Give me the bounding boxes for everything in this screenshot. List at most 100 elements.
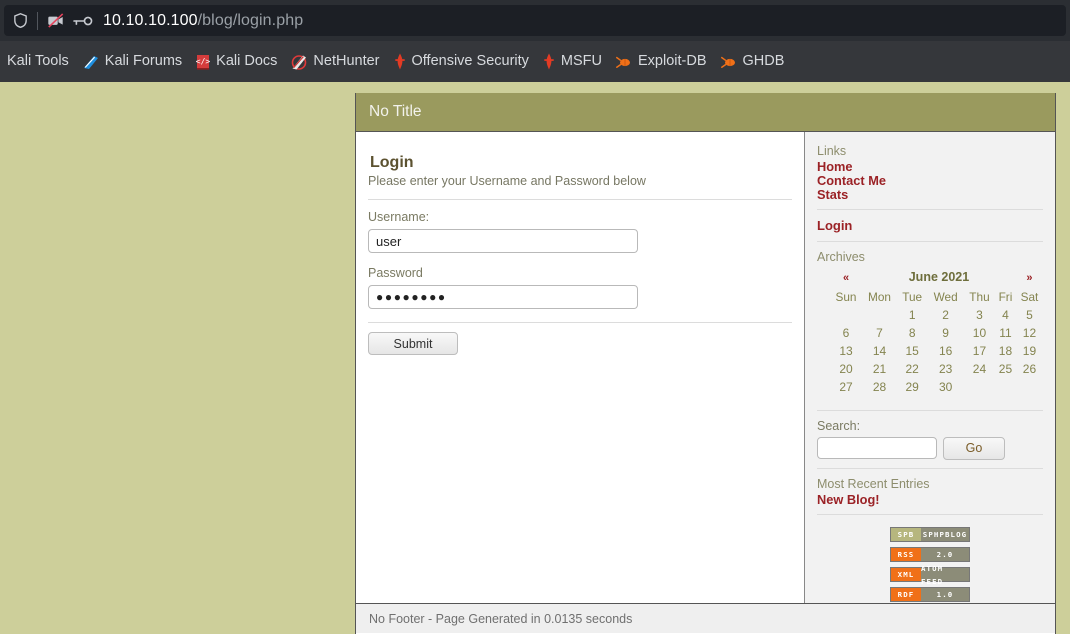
site-header: No Title [356,93,1055,132]
calendar-day [1016,378,1043,396]
bookmark-offensive-security[interactable]: Offensive Security [387,49,536,75]
calendar-prev-button[interactable]: « [830,268,862,288]
calendar-day: 22 [897,360,927,378]
calendar-day: 9 [927,324,964,342]
sidebar-link-contact-me[interactable]: Contact Me [817,174,1043,187]
bookmark-kali-docs[interactable]: </> Kali Docs [189,49,284,75]
calendar-day: 29 [897,378,927,396]
submit-button[interactable]: Submit [368,332,458,355]
search-input[interactable] [817,437,937,459]
divider [368,322,792,323]
badge-left-label: RSS [891,548,921,561]
calendar-day: 1 [897,306,927,324]
url-bar-row: 10.10.10.100/blog/login.php [0,0,1070,41]
bookmark-label: MSFU [561,54,602,69]
key-icon[interactable] [73,14,93,28]
calendar-day [862,306,897,324]
divider [817,209,1043,210]
kali-dragon-icon [83,54,99,70]
badge-right-label: 1.0 [921,588,969,601]
browser-chrome: 10.10.10.100/blog/login.php Kali Tools K… [0,0,1070,82]
calendar-day: 6 [830,324,862,342]
calendar-dow: Tue [897,288,927,306]
recent-entries-heading: Most Recent Entries [817,477,1043,491]
shield-icon[interactable] [12,12,29,29]
site-body: Login Please enter your Username and Pas… [356,132,1055,603]
calendar-month-label: June 2021 [862,268,1016,288]
calendar-day: 27 [830,378,862,396]
badge-right-label: ATOM FEED [921,568,969,581]
calendar-day: 20 [830,360,862,378]
divider [817,468,1043,469]
calendar-week: 20 21 22 23 24 25 26 [830,360,1043,378]
rdf-1.0-badge[interactable]: RDF 1.0 [890,587,970,602]
calendar-day: 18 [995,342,1016,360]
toolbar-divider [37,12,38,30]
badge-right-label: SPHPBLOG [921,528,969,541]
bookmark-label: Kali Tools [7,54,69,69]
login-subheading: Please enter your Username and Password … [368,174,792,188]
password-label: Password [368,266,792,280]
calendar-dow: Mon [862,288,897,306]
password-input[interactable] [368,285,638,309]
calendar-day: 10 [964,324,995,342]
calendar-day: 14 [862,342,897,360]
bookmark-nethunter[interactable]: NetHunter [284,49,386,75]
username-label: Username: [368,210,792,224]
url-text[interactable]: 10.10.10.100/blog/login.php [103,12,303,30]
calendar-day: 17 [964,342,995,360]
calendar-day: 2 [927,306,964,324]
calendar-next-button[interactable]: » [1016,268,1043,288]
kali-docs-book-icon: </> [196,54,210,70]
rss-2.0-badge[interactable]: RSS 2.0 [890,547,970,562]
calendar-dow: Sun [830,288,862,306]
calendar-dow: Sat [1016,288,1043,306]
calendar-day: 21 [862,360,897,378]
bookmark-label: Kali Forums [105,54,182,69]
bookmark-exploit-db[interactable]: Exploit-DB [609,49,714,75]
calendar-day: 19 [1016,342,1043,360]
calendar-week: 6 7 8 9 10 11 12 [830,324,1043,342]
site-container: No Title Login Please enter your Usernam… [355,93,1056,634]
recent-entry-link[interactable]: New Blog! [817,493,1043,506]
divider [817,410,1043,411]
main-content: Login Please enter your Username and Pas… [356,132,805,603]
calendar-day: 30 [927,378,964,396]
divider [817,514,1043,515]
calendar-day: 13 [830,342,862,360]
calendar-day: 5 [1016,306,1043,324]
bookmark-msfu[interactable]: MSFU [536,49,609,75]
calendar-dow: Fri [995,288,1016,306]
camera-blocked-icon[interactable] [47,12,66,29]
badge-list: SPB SPHPBLOG RSS 2.0 XML ATOM FEED RDF 1… [817,527,1043,603]
calendar-day: 15 [897,342,927,360]
sidebar-link-login[interactable]: Login [817,218,1043,233]
bookmark-ghdb[interactable]: GHDB [714,49,792,75]
archive-calendar: « June 2021 » Sun Mon Tue Wed Thu Fri Sa… [830,268,1043,396]
xml-atom-feed-badge[interactable]: XML ATOM FEED [890,567,970,582]
spb-sphpblog-badge[interactable]: SPB SPHPBLOG [890,527,970,542]
nethunter-icon [291,54,307,70]
search-go-button[interactable]: Go [943,437,1005,460]
kali-dragon-icon [0,54,1,70]
sidebar-link-stats[interactable]: Stats [817,188,1043,201]
footer-text: No Footer - Page Generated in 0.0135 sec… [356,612,632,626]
url-path: /blog/login.php [198,12,304,29]
divider [817,241,1043,242]
bookmark-kali-tools[interactable]: Kali Tools [0,49,76,75]
archives-heading: Archives [817,250,1043,264]
username-input[interactable] [368,229,638,253]
calendar-day: 16 [927,342,964,360]
page-viewport: No Title Login Please enter your Usernam… [0,82,1070,634]
bookmark-label: NetHunter [313,54,379,69]
calendar-day: 8 [897,324,927,342]
calendar-day [830,306,862,324]
badge-left-label: XML [891,568,921,581]
sidebar-link-home[interactable]: Home [817,160,1043,173]
bookmark-label: Exploit-DB [638,54,707,69]
bookmark-label: GHDB [743,54,785,69]
bookmark-kali-forums[interactable]: Kali Forums [76,49,189,75]
address-bar[interactable]: 10.10.10.100/blog/login.php [4,5,1066,36]
calendar-day: 4 [995,306,1016,324]
calendar-day [995,378,1016,396]
